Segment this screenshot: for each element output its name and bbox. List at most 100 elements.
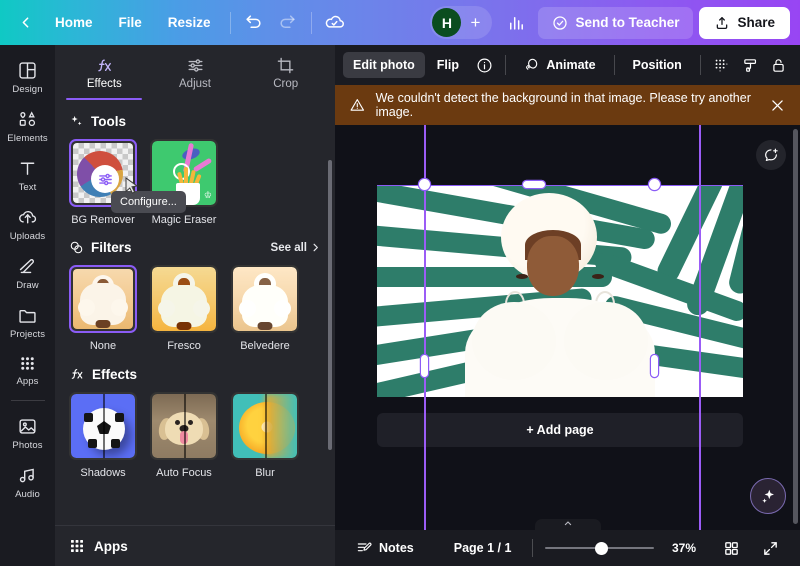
cloud-saved-icon bbox=[325, 15, 344, 28]
effects-thumbs: Shadows Auto Focus Blur bbox=[69, 392, 321, 479]
insights-button[interactable] bbox=[498, 6, 532, 40]
before-after-divider bbox=[184, 394, 186, 458]
uploads-icon bbox=[19, 211, 37, 224]
add-page-button[interactable]: + Add page bbox=[377, 413, 743, 447]
portrait-arm-right bbox=[274, 299, 292, 317]
sidebar-item-audio[interactable]: Audio bbox=[2, 458, 53, 505]
tab-adjust[interactable]: Adjust bbox=[150, 45, 241, 100]
flip-button[interactable]: Flip bbox=[427, 52, 469, 78]
fx-icon bbox=[95, 55, 114, 75]
tab-label: Effects bbox=[86, 78, 122, 90]
filter-preview bbox=[152, 267, 216, 331]
share-button[interactable]: Share bbox=[699, 6, 790, 39]
filter-fresco[interactable]: Fresco bbox=[150, 265, 218, 352]
portrait-hands bbox=[176, 321, 192, 330]
filter-none[interactable]: None bbox=[69, 265, 137, 352]
magic-studio-button[interactable] bbox=[750, 478, 786, 514]
copy-style-button[interactable] bbox=[737, 51, 763, 79]
top-bar: Home File Resize H + Send to Teacher Sha… bbox=[0, 0, 800, 45]
animate-icon bbox=[526, 58, 538, 70]
sidebar-item-draw[interactable]: Draw bbox=[2, 249, 53, 296]
edit-photo-button[interactable]: Edit photo bbox=[343, 52, 425, 78]
alert-close-button[interactable] bbox=[769, 97, 786, 114]
undo-button[interactable] bbox=[237, 6, 271, 40]
zoom-slider[interactable] bbox=[545, 540, 654, 556]
effect-preview bbox=[71, 394, 135, 458]
configure-tooltip: Configure... bbox=[111, 191, 186, 213]
bottom-bar: Notes Page 1 / 1 37% bbox=[335, 519, 800, 566]
back-button[interactable] bbox=[8, 6, 42, 40]
grid-view-button[interactable] bbox=[714, 535, 749, 562]
position-button[interactable]: Position bbox=[623, 52, 692, 78]
bg-remover-badge bbox=[91, 165, 119, 193]
sidebar-item-apps[interactable]: Apps bbox=[2, 347, 53, 392]
filters-thumbs: None Fresco Belvedere bbox=[69, 265, 321, 352]
collapse-panel-button[interactable] bbox=[534, 519, 601, 530]
brush-stroke-pink-2 bbox=[192, 157, 213, 173]
portrait-arm-right bbox=[110, 298, 128, 316]
mouse-cursor bbox=[125, 177, 139, 194]
edit-photo-label: Edit photo bbox=[353, 58, 415, 72]
artwork-woman-green-stripes bbox=[377, 185, 743, 397]
page-image[interactable] bbox=[377, 185, 743, 397]
canvas-area[interactable]: + Add page bbox=[335, 125, 800, 530]
home-button[interactable]: Home bbox=[42, 8, 106, 37]
filter-preview bbox=[233, 267, 297, 331]
send-to-teacher-button[interactable]: Send to Teacher bbox=[538, 6, 694, 39]
dog-eye-left bbox=[175, 419, 180, 425]
lock-button[interactable] bbox=[766, 51, 792, 79]
panel-apps-row[interactable]: Apps bbox=[55, 525, 335, 566]
sidebar-item-text[interactable]: Text bbox=[2, 151, 53, 198]
effect-shadows[interactable]: Shadows bbox=[69, 392, 137, 479]
sidebar-item-elements[interactable]: Elements bbox=[2, 102, 53, 149]
tab-crop[interactable]: Crop bbox=[240, 45, 331, 100]
chevron-up-icon bbox=[564, 521, 571, 526]
panel-tabs: Effects Adjust Crop bbox=[55, 45, 335, 100]
add-comment-button[interactable] bbox=[756, 140, 786, 170]
effect-auto-focus[interactable]: Auto Focus bbox=[150, 392, 218, 479]
chevron-left-icon bbox=[22, 17, 28, 28]
panel-scrollbar[interactable] bbox=[328, 160, 332, 450]
page-indicator-button[interactable]: Page 1 / 1 bbox=[445, 536, 521, 560]
filter-fresco-thumb bbox=[150, 265, 218, 333]
sidebar-item-design[interactable]: Design bbox=[2, 53, 53, 100]
add-collaborator-button[interactable]: + bbox=[462, 10, 488, 36]
photos-icon bbox=[19, 419, 36, 434]
file-menu-button[interactable]: File bbox=[106, 8, 155, 37]
animate-button[interactable]: Animate bbox=[514, 51, 605, 79]
redo-button[interactable] bbox=[271, 6, 305, 40]
filter-none-thumb bbox=[69, 265, 137, 333]
zoom-slider-knob[interactable] bbox=[595, 541, 609, 555]
sidebar-item-photos[interactable]: Photos bbox=[2, 409, 53, 456]
tool-label: Magic Eraser bbox=[151, 214, 217, 226]
sidebar-item-label: Audio bbox=[15, 489, 40, 500]
canvas-scrollbar[interactable] bbox=[793, 129, 798, 524]
sliders-icon bbox=[98, 173, 112, 185]
sidebar-item-projects[interactable]: Projects bbox=[2, 298, 53, 345]
object-toolbar-divider-3 bbox=[699, 55, 701, 75]
dress-puff-left bbox=[472, 302, 557, 381]
tools-title: Tools bbox=[91, 114, 126, 129]
tab-label: Adjust bbox=[179, 78, 211, 90]
effect-blur[interactable]: Blur bbox=[231, 392, 299, 479]
ball-patch-br bbox=[111, 439, 120, 448]
avatar[interactable]: H bbox=[432, 8, 462, 37]
fullscreen-button[interactable] bbox=[753, 535, 788, 562]
ball-patch-tl bbox=[84, 413, 93, 422]
tab-effects[interactable]: Effects bbox=[59, 45, 150, 100]
cloud-save-status-button[interactable] bbox=[318, 6, 352, 40]
sidebar-item-label: Text bbox=[18, 182, 37, 193]
sidebar-item-uploads[interactable]: Uploads bbox=[2, 200, 53, 247]
filter-belvedere[interactable]: Belvedere bbox=[231, 265, 299, 352]
resize-button[interactable]: Resize bbox=[155, 8, 224, 37]
notes-button[interactable]: Notes bbox=[347, 535, 423, 561]
info-button[interactable] bbox=[471, 51, 497, 79]
before-after-divider bbox=[103, 394, 105, 458]
filters-see-all-button[interactable]: See all bbox=[271, 242, 321, 254]
sidebar-item-label: Draw bbox=[16, 280, 39, 291]
filter-label: Belvedere bbox=[240, 340, 290, 352]
projects-folder-icon bbox=[19, 309, 36, 323]
object-toolbar: Edit photo Flip Animate Position bbox=[335, 45, 800, 85]
transparency-button[interactable] bbox=[709, 51, 735, 79]
portrait-art bbox=[152, 267, 216, 331]
